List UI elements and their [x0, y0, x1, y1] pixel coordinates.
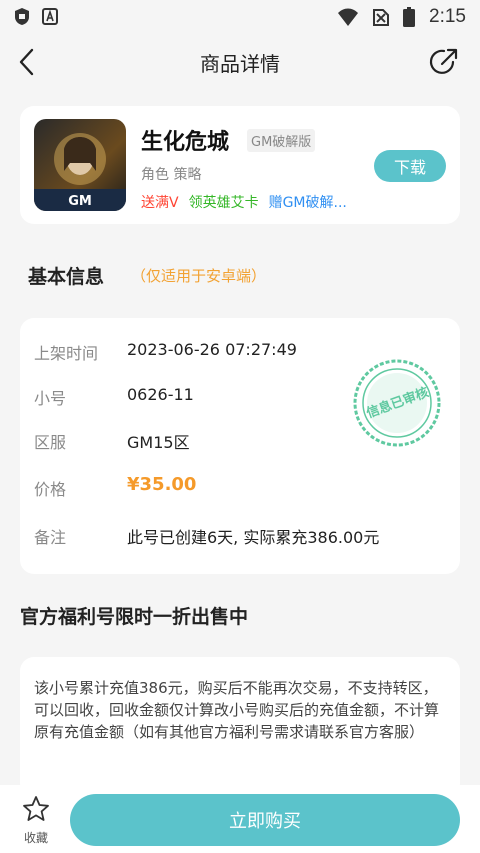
info-value: 此号已创建6天, 实际累充386.00元: [127, 528, 380, 547]
info-label: 区服: [34, 433, 67, 452]
info-label: 备注: [34, 528, 67, 547]
perk-item: 送满V: [141, 195, 179, 211]
navigation-bar: 商品详情: [0, 34, 480, 92]
star-icon: [23, 796, 49, 821]
game-card[interactable]: GM 生化危城 GM破解版 角色 策略 送满V 领英雄艾卡 赠GM破解... 下…: [20, 106, 460, 224]
price-value: ¥35.00: [127, 474, 197, 495]
verified-stamp: 信息已审核: [352, 358, 442, 448]
info-label: 上架时间: [34, 344, 99, 363]
shield-icon: [15, 8, 29, 25]
game-name: 生化危城: [141, 130, 230, 155]
perk-item: 领英雄艾卡: [188, 195, 259, 211]
svg-text:GM: GM: [68, 194, 92, 209]
download-button[interactable]: 下载: [374, 150, 446, 182]
buy-now-button[interactable]: 立即购买: [70, 794, 460, 846]
basic-info-title: 基本信息: [28, 266, 105, 288]
status-time: 2:15: [429, 6, 466, 27]
no-sim-icon: [373, 9, 390, 26]
info-label: 价格: [34, 480, 67, 499]
bottom-action-bar: 收藏 立即购买: [0, 785, 480, 853]
status-bar: 2:15: [0, 0, 480, 34]
share-icon[interactable]: [428, 46, 460, 78]
game-perks: 送满V 领英雄艾卡 赠GM破解...: [141, 192, 347, 212]
perk-item: 赠GM破解...: [268, 195, 347, 211]
welfare-description: 该小号累计充值386元，购买后不能再次交易，不支持转区，可以回收，回收金额仅计算…: [34, 679, 440, 741]
info-value: 0626-11: [127, 385, 194, 404]
favorite-button[interactable]: 收藏: [18, 795, 54, 849]
welfare-title: 官方福利号限时一折出售中: [20, 606, 249, 628]
info-value: GM15区: [127, 433, 190, 452]
status-left-icons: [14, 7, 58, 26]
basic-info-subtitle: （仅适用于安卓端）: [131, 267, 267, 285]
font-app-icon: [42, 8, 58, 25]
basic-info-card: 上架时间 2023-06-26 07:27:49 小号 0626-11 区服 G…: [20, 318, 460, 574]
info-value: 2023-06-26 07:27:49: [127, 340, 297, 359]
welfare-description-card: 该小号累计充值386元，购买后不能再次交易，不支持转区，可以回收，回收金额仅计算…: [20, 657, 460, 797]
info-label: 小号: [34, 389, 67, 408]
game-categories: 角色 策略: [141, 167, 202, 183]
game-icon: GM: [34, 119, 126, 211]
page-title: 商品详情: [200, 52, 280, 76]
favorite-label: 收藏: [23, 831, 48, 845]
status-right-icons: 2:15: [337, 6, 466, 28]
wifi-icon: [338, 8, 359, 26]
battery-icon: [403, 7, 416, 27]
game-version-tag: GM破解版: [247, 129, 316, 152]
